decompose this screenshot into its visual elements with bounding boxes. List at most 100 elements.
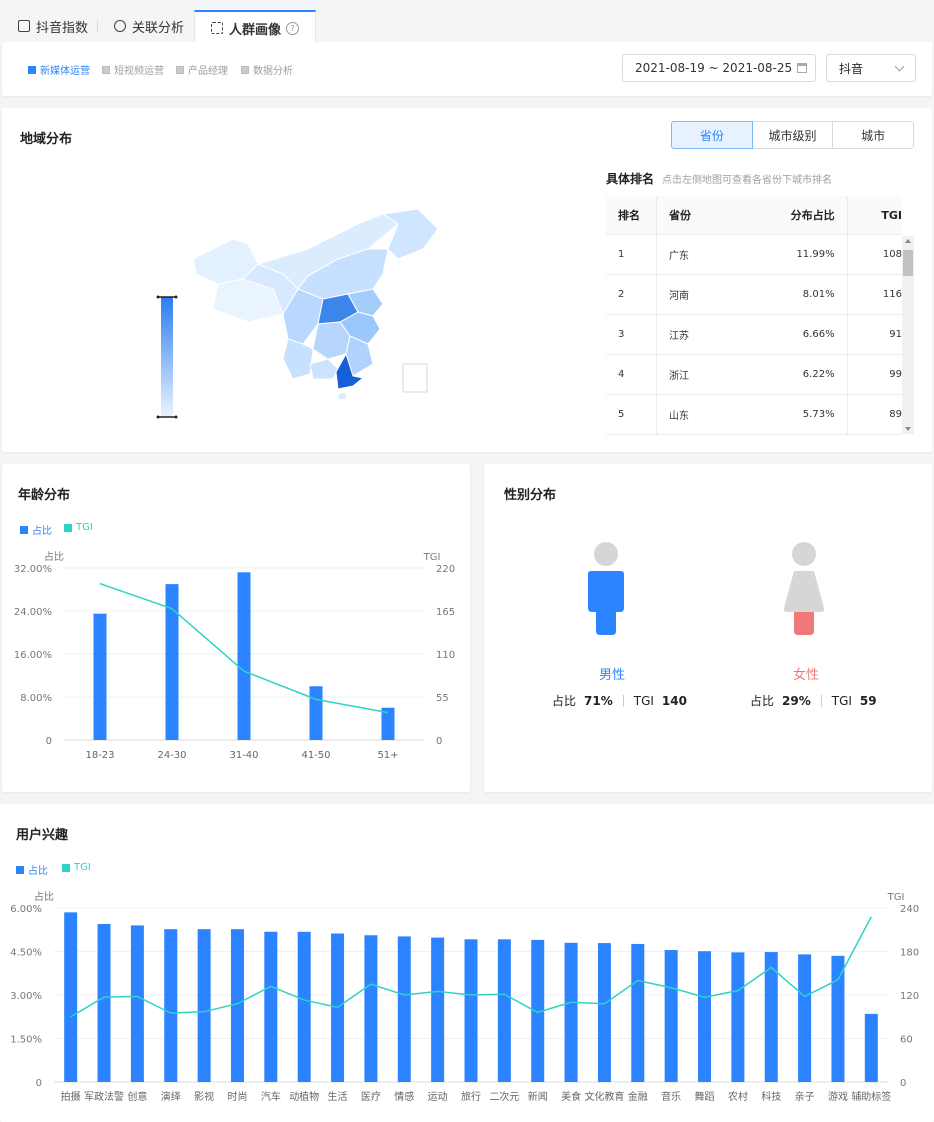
y-tick-label: 16.00%	[14, 650, 52, 661]
tab-related-analysis[interactable]: 关联分析	[114, 10, 184, 42]
toggle-city-level[interactable]: 城市级别	[751, 121, 834, 149]
legend-tgi-icon	[64, 523, 72, 532]
map-visual-map[interactable]	[152, 294, 182, 420]
x-tick-label: 汽车	[261, 1090, 281, 1103]
x-tick-label: 时尚	[227, 1090, 247, 1103]
bar	[597, 943, 611, 1082]
right-axis-unit: TGI	[423, 552, 441, 563]
tgi-cell: 99	[847, 354, 902, 395]
south-sea-inset	[402, 363, 428, 393]
x-tick-label: 18-23	[85, 750, 114, 761]
x-tick-label: 音乐	[661, 1090, 681, 1103]
bar	[798, 954, 812, 1082]
table-scrollbar[interactable]	[902, 236, 914, 434]
bar	[64, 912, 78, 1082]
legend-tgi[interactable]: TGI	[62, 862, 91, 873]
scroll-thumb[interactable]	[903, 250, 913, 276]
female-stats: 占比 29% TGI 59	[750, 693, 877, 709]
keyword-tag-3[interactable]: 产品经理	[176, 62, 228, 77]
x-tick-label: 演绎	[161, 1090, 181, 1103]
female-label: 女性	[792, 668, 819, 683]
female-ratio: 29%	[782, 693, 811, 708]
checkbox-icon	[176, 65, 184, 74]
bar	[431, 937, 445, 1082]
y2-tick-label: 220	[436, 564, 455, 575]
rank-row[interactable]: 5 山东 5.73% 89	[606, 394, 902, 435]
y-tick-label: 6.00%	[10, 904, 42, 915]
province-cell: 江苏	[656, 314, 734, 355]
tgi-cell: 89	[847, 394, 902, 435]
scroll-down-icon[interactable]	[905, 427, 911, 431]
age-title: 年龄分布	[18, 488, 71, 503]
left-axis-unit: 占比	[34, 890, 54, 903]
region-card: 地域分布 省份 城市级别 城市 具体排名 点击左侧地图可查看各省份下城市排名 排…	[2, 108, 932, 452]
tgi-cell: 116	[847, 274, 902, 315]
legend-share[interactable]: 占比	[16, 862, 48, 877]
rank-row[interactable]: 3 江苏 6.66% 91	[606, 314, 902, 355]
gender-title: 性别分布	[504, 488, 557, 503]
tab-audience-profile[interactable]: 人群画像?	[194, 10, 317, 44]
x-tick-label: 游戏	[828, 1090, 848, 1103]
legend-share-icon	[20, 525, 28, 534]
rank-row[interactable]: 4 浙江 6.22% 99	[606, 354, 902, 395]
interest-chart[interactable]: 占比 TGI 6.00% 240 4.50% 180 3.00% 120 1.50% 60 0 0 拍摄…	[0, 884, 934, 1118]
help-icon[interactable]: ?	[286, 21, 300, 35]
y-tick-label: 32.00%	[14, 564, 52, 575]
checkbox-icon	[102, 65, 110, 74]
x-tick-label: 运动	[428, 1091, 448, 1103]
bar	[297, 931, 311, 1082]
tab-douyin-index[interactable]: 抖音指数	[18, 10, 88, 42]
x-tick-label: 军政法警	[84, 1090, 124, 1103]
tgi-cell: 91	[847, 314, 902, 355]
share-cell: 5.73%	[733, 394, 848, 435]
province-cell: 广东	[656, 234, 734, 275]
keyword-tag-2[interactable]: 短视频运营	[102, 62, 164, 77]
checkbox-icon	[241, 65, 249, 74]
rank-header: 具体排名 点击左侧地图可查看各省份下城市排名	[606, 172, 833, 186]
legend-share-icon	[16, 865, 24, 874]
y2-tick-label: 55	[436, 693, 449, 704]
col-rank: 排名	[606, 196, 657, 235]
rank-cell: 1	[606, 234, 657, 275]
legend-tgi-icon	[62, 863, 70, 872]
province-cell: 河南	[656, 274, 734, 315]
map-region-hainan[interactable]	[337, 391, 347, 401]
bar	[864, 1013, 878, 1082]
toggle-city[interactable]: 城市	[832, 121, 915, 149]
y-tick-label: 1.50%	[10, 1035, 42, 1046]
y-tick-label: 3.00%	[10, 991, 42, 1002]
bar	[664, 950, 678, 1082]
x-tick-label: 51+	[377, 750, 398, 761]
x-tick-label: 辅助标签	[851, 1090, 891, 1103]
y2-tick-label: 180	[900, 948, 919, 959]
legend-tgi[interactable]: TGI	[64, 522, 93, 533]
map-region-dongbei[interactable]	[381, 208, 438, 260]
x-tick-label: 农村	[728, 1090, 748, 1103]
y2-tick-label: 165	[436, 607, 455, 618]
date-range-picker[interactable]: 2021-08-19 ~ 2021-08-25	[622, 54, 816, 82]
tab-divider	[97, 20, 98, 32]
age-chart[interactable]: 占比 TGI 32.00% 220 24.00% 165 16.00% 110 8.00% 55 0…	[2, 544, 470, 774]
checkbox-icon	[28, 65, 36, 74]
chart-icon	[18, 20, 30, 32]
map-region-yungui[interactable]	[282, 338, 314, 380]
y2-tick-label: 0	[436, 736, 442, 747]
y-tick-label: 4.50%	[10, 948, 42, 959]
keyword-tag-4[interactable]: 数据分析	[241, 62, 293, 77]
col-tgi: TGI	[847, 196, 902, 235]
rank-row[interactable]: 2 河南 8.01% 116	[606, 274, 902, 315]
rank-row[interactable]: 1 广东 11.99% 108	[606, 234, 902, 275]
legend-share[interactable]: 占比	[20, 522, 52, 537]
rank-cell: 5	[606, 394, 657, 435]
x-tick-label: 科技	[761, 1090, 781, 1103]
platform-select[interactable]: 抖音	[826, 54, 916, 82]
interest-title: 用户兴趣	[16, 828, 69, 843]
scroll-up-icon[interactable]	[905, 239, 911, 243]
bar	[497, 939, 511, 1082]
china-map[interactable]	[188, 204, 438, 404]
map-region-huzhong[interactable]	[312, 321, 351, 360]
male-ratio: 71%	[584, 693, 613, 708]
keyword-tag-1[interactable]: 新媒体运营	[28, 62, 90, 77]
map-region-guangxi[interactable]	[309, 358, 339, 380]
toggle-province[interactable]: 省份	[671, 121, 753, 149]
